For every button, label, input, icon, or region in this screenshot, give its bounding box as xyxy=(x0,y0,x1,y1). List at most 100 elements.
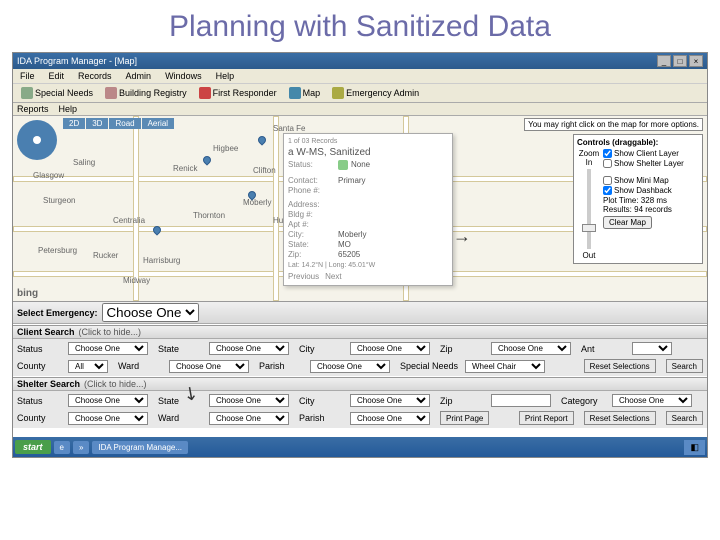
shelter-status-select[interactable]: Choose One xyxy=(68,394,148,407)
taskbar-ie[interactable]: e xyxy=(54,441,70,454)
client-search-button[interactable]: Search xyxy=(666,359,703,373)
zoom-label: Zoom xyxy=(577,149,601,158)
show-mini-checkbox[interactable] xyxy=(603,176,612,185)
emergency-panel: Select Emergency: Choose One xyxy=(13,301,707,325)
results-count: Results: 94 records xyxy=(603,205,699,214)
tab-3d[interactable]: 3D xyxy=(86,118,108,129)
client-ward-label: Ward xyxy=(118,361,166,371)
print-report-button[interactable]: Print Report xyxy=(519,411,574,425)
menu-windows[interactable]: Windows xyxy=(162,70,205,82)
client-city-select[interactable]: Choose One xyxy=(350,342,430,355)
menu-edit[interactable]: Edit xyxy=(46,70,68,82)
town-label: Harrisburg xyxy=(143,256,180,265)
town-label: Higbee xyxy=(213,144,238,153)
map-pin[interactable] xyxy=(256,134,267,145)
emergency-select[interactable]: Choose One xyxy=(102,303,199,322)
tb-help[interactable]: Help xyxy=(59,104,78,114)
client-ward-select[interactable]: Choose One xyxy=(169,360,249,373)
shelter-search-button[interactable]: Search xyxy=(666,411,703,425)
menu-file[interactable]: File xyxy=(17,70,38,82)
tab-aerial[interactable]: Aerial xyxy=(142,118,174,129)
show-client-label: Show Client Layer xyxy=(614,149,679,158)
client-city-label: City xyxy=(299,344,347,354)
zoom-slider[interactable] xyxy=(587,169,591,249)
tb-building-registry[interactable]: Building Registry xyxy=(101,86,191,100)
shelter-reset-button[interactable]: Reset Selections xyxy=(584,411,656,425)
shelter-cat-select[interactable]: Choose One xyxy=(612,394,692,407)
shelter-zip-label: Zip xyxy=(440,396,488,406)
popup-contact-value: Primary xyxy=(338,176,366,185)
tb-reports[interactable]: Reports xyxy=(17,104,49,114)
tb-map[interactable]: Map xyxy=(285,86,325,100)
client-sn-select[interactable]: Wheel Chair xyxy=(465,360,545,373)
taskbar-app[interactable]: IDA Program Manage... xyxy=(92,441,188,454)
client-county-label: County xyxy=(17,361,65,371)
tab-road[interactable]: Road xyxy=(109,118,140,129)
show-shelter-checkbox[interactable] xyxy=(603,159,612,168)
system-tray[interactable]: ◧ xyxy=(684,440,705,455)
client-ant-select[interactable] xyxy=(632,342,672,355)
shelter-zip-input[interactable] xyxy=(491,394,551,407)
building-icon xyxy=(105,87,117,99)
popup-phone-label: Phone #: xyxy=(288,186,338,195)
compass-control[interactable] xyxy=(17,120,57,160)
person-icon xyxy=(338,160,348,170)
shelter-search-header: Shelter Search xyxy=(17,379,80,389)
print-page-button[interactable]: Print Page xyxy=(440,411,489,425)
close-button[interactable]: × xyxy=(689,55,703,67)
town-label: Thornton xyxy=(193,211,225,220)
plot-time: Plot Time: 328 ms xyxy=(603,196,699,205)
client-search-header: Client Search xyxy=(17,327,75,337)
menu-admin[interactable]: Admin xyxy=(123,70,155,82)
shelter-city-select[interactable]: Choose One xyxy=(350,394,430,407)
client-zip-select[interactable]: Choose One xyxy=(491,342,571,355)
shelter-state-select[interactable]: Choose One xyxy=(209,394,289,407)
shelter-parish-select[interactable]: Choose One xyxy=(350,412,430,425)
maximize-button[interactable]: □ xyxy=(673,55,687,67)
popup-status-label: Status: xyxy=(288,160,338,170)
shelter-search-hint[interactable]: (Click to hide...) xyxy=(84,379,147,389)
menu-help[interactable]: Help xyxy=(213,70,238,82)
minimize-button[interactable]: _ xyxy=(657,55,671,67)
town-label: Santa Fe xyxy=(273,124,305,133)
zoom-out-button[interactable]: Out xyxy=(577,251,601,260)
town-label: Petersburg xyxy=(38,246,77,255)
shelter-ward-select[interactable]: Choose One xyxy=(209,412,289,425)
popup-status-value: None xyxy=(351,160,370,170)
annotation-arrow-right: → xyxy=(453,226,471,247)
tb-special-needs[interactable]: Special Needs xyxy=(17,86,97,100)
client-status-select[interactable]: Choose One xyxy=(68,342,148,355)
show-dash-checkbox[interactable] xyxy=(603,186,612,195)
show-mini-label: Show Mini Map xyxy=(614,176,669,185)
tb-first-responder[interactable]: First Responder xyxy=(195,86,281,100)
popup-city-value: Moberly xyxy=(338,230,366,239)
tab-2d[interactable]: 2D xyxy=(63,118,85,129)
zoom-in-button[interactable]: In xyxy=(577,158,601,167)
taskbar-divider: » xyxy=(73,441,89,454)
town-label: Renick xyxy=(173,164,197,173)
tray-icon[interactable]: ◧ xyxy=(690,442,699,453)
menubar: File Edit Records Admin Windows Help xyxy=(13,69,707,84)
popup-prev-link[interactable]: Previous xyxy=(288,272,319,281)
client-parish-select[interactable]: Choose One xyxy=(310,360,390,373)
controls-panel[interactable]: Controls (draggable): Zoom In Out Show C… xyxy=(573,134,703,264)
client-state-select[interactable]: Choose One xyxy=(209,342,289,355)
menu-records[interactable]: Records xyxy=(75,70,115,82)
shelter-county-select[interactable]: Choose One xyxy=(68,412,148,425)
tb-emergency-admin[interactable]: Emergency Admin xyxy=(328,86,423,100)
show-client-checkbox[interactable] xyxy=(603,149,612,158)
person-icon xyxy=(21,87,33,99)
popup-next-link[interactable]: Next xyxy=(325,272,341,281)
client-search-hint[interactable]: (Click to hide...) xyxy=(79,327,142,337)
record-popup: 1 of 03 Records a W-MS, Sanitized Status… xyxy=(283,133,453,286)
popup-latlong: Lat: 14.2°N | Long: 45.01°W xyxy=(288,262,448,269)
client-county-select[interactable]: All xyxy=(68,360,108,373)
start-button[interactable]: start xyxy=(15,440,51,454)
emergency-label: Select Emergency: xyxy=(17,308,98,318)
map-pin[interactable] xyxy=(201,154,212,165)
controls-header: Controls (draggable): xyxy=(577,138,699,147)
client-reset-button[interactable]: Reset Selections xyxy=(584,359,656,373)
popup-city-label: City: xyxy=(288,230,338,239)
map-icon xyxy=(289,87,301,99)
clear-map-button[interactable]: Clear Map xyxy=(603,216,652,229)
